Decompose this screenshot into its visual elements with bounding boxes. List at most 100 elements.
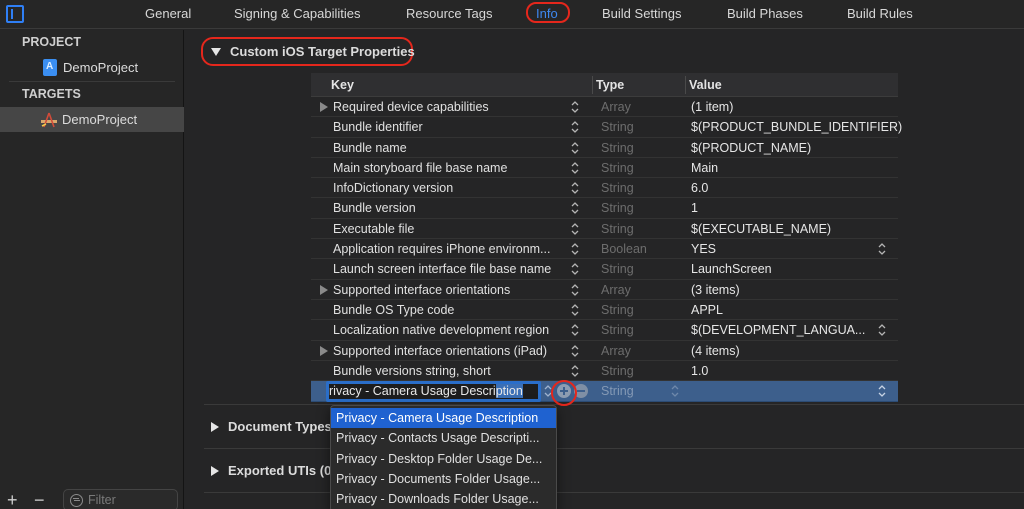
- row-type[interactable]: String: [601, 181, 634, 195]
- section-custom-ios-target-properties[interactable]: Custom iOS Target Properties: [211, 44, 415, 59]
- expand-row-icon[interactable]: [320, 284, 328, 295]
- row-key[interactable]: Bundle version: [333, 201, 416, 215]
- table-row-editing[interactable]: rivacy - Camera Usage Description String: [311, 381, 898, 403]
- sidebar-item-project[interactable]: DemoProject: [0, 55, 184, 80]
- row-type[interactable]: String: [601, 384, 634, 398]
- table-row[interactable]: Localization native development region St…: [311, 320, 898, 341]
- table-row[interactable]: Main storyboard file base name String Main: [311, 158, 898, 179]
- row-key[interactable]: Bundle name: [333, 141, 407, 155]
- table-row[interactable]: InfoDictionary version String 6.0: [311, 178, 898, 199]
- row-type[interactable]: Array: [601, 100, 631, 114]
- remove-target-button[interactable]: −: [34, 490, 45, 509]
- row-type[interactable]: Array: [601, 344, 631, 358]
- section-exported-utis[interactable]: Exported UTIs (0): [211, 463, 336, 478]
- table-row[interactable]: Application requires iPhone environm... B…: [311, 239, 898, 260]
- row-key[interactable]: Application requires iPhone environm...: [333, 242, 550, 256]
- key-stepper-icon[interactable]: [569, 241, 581, 257]
- type-stepper-icon[interactable]: [669, 383, 681, 399]
- table-row[interactable]: Bundle name String $(PRODUCT_NAME): [311, 138, 898, 158]
- table-row[interactable]: Required device capabilities Array (1 item…: [311, 97, 898, 118]
- row-type[interactable]: String: [601, 120, 634, 134]
- row-key[interactable]: Supported interface orientations (iPad): [333, 344, 547, 358]
- row-key[interactable]: Executable file: [333, 222, 414, 236]
- key-stepper-icon[interactable]: [569, 119, 581, 135]
- key-stepper-icon[interactable]: [569, 221, 581, 237]
- value-stepper-icon[interactable]: [876, 241, 888, 257]
- row-value[interactable]: LaunchScreen: [691, 262, 772, 276]
- expand-row-icon[interactable]: [320, 102, 328, 112]
- row-value[interactable]: $(PRODUCT_NAME): [691, 141, 811, 155]
- autocomplete-item[interactable]: Privacy - Contacts Usage Descripti...: [331, 428, 556, 448]
- tab-build-rules[interactable]: Build Rules: [847, 6, 913, 21]
- row-type[interactable]: String: [601, 161, 634, 175]
- autocomplete-item[interactable]: Privacy - Desktop Folder Usage De...: [331, 449, 556, 469]
- section-document-types[interactable]: Document Types: [211, 419, 332, 434]
- row-type[interactable]: String: [601, 262, 634, 276]
- row-key[interactable]: Main storyboard file base name: [333, 161, 507, 175]
- row-key[interactable]: Bundle OS Type code: [333, 303, 454, 317]
- expand-row-icon[interactable]: [320, 345, 328, 356]
- key-stepper-icon[interactable]: [569, 302, 581, 318]
- key-stepper-icon[interactable]: [569, 343, 581, 359]
- tab-signing-capabilities[interactable]: Signing & Capabilities: [234, 6, 360, 21]
- column-header-key[interactable]: Key: [331, 78, 354, 92]
- row-value[interactable]: $(PRODUCT_BUNDLE_IDENTIFIER): [691, 120, 902, 134]
- table-row[interactable]: Supported interface orientations (iPad) A…: [311, 341, 898, 361]
- row-value[interactable]: YES: [691, 242, 716, 256]
- key-stepper-icon[interactable]: [569, 200, 581, 216]
- tab-resource-tags[interactable]: Resource Tags: [406, 6, 492, 21]
- add-target-button[interactable]: +: [7, 490, 18, 509]
- value-stepper-icon[interactable]: [876, 322, 888, 338]
- row-key[interactable]: Localization native development region: [333, 323, 549, 337]
- sidebar-item-target[interactable]: DemoProject: [0, 107, 184, 132]
- table-row[interactable]: Executable file String $(EXECUTABLE_NAME): [311, 219, 898, 240]
- autocomplete-item[interactable]: Privacy - Camera Usage Description: [331, 408, 556, 429]
- sidebar-filter-field[interactable]: [63, 489, 178, 509]
- column-separator[interactable]: [592, 76, 593, 94]
- row-value[interactable]: Main: [691, 161, 718, 175]
- table-row[interactable]: Launch screen interface file base name St…: [311, 259, 898, 280]
- key-stepper-icon[interactable]: [569, 140, 581, 156]
- row-type[interactable]: String: [601, 141, 634, 155]
- row-value[interactable]: (4 items): [691, 344, 740, 358]
- autocomplete-item[interactable]: Privacy - Documents Folder Usage...: [331, 469, 556, 489]
- row-type[interactable]: String: [601, 364, 634, 378]
- row-value[interactable]: APPL: [691, 303, 723, 317]
- row-type[interactable]: Array: [601, 283, 631, 297]
- tab-build-settings[interactable]: Build Settings: [602, 6, 682, 21]
- row-value[interactable]: 1.0: [691, 364, 708, 378]
- row-value[interactable]: (1 item): [691, 100, 733, 114]
- row-value[interactable]: (3 items): [691, 283, 740, 297]
- autocomplete-item[interactable]: Privacy - Downloads Folder Usage...: [331, 489, 556, 509]
- column-separator[interactable]: [685, 76, 686, 94]
- tab-general[interactable]: General: [145, 6, 191, 21]
- key-stepper-icon[interactable]: [569, 363, 581, 379]
- key-stepper-icon[interactable]: [569, 322, 581, 338]
- column-header-type[interactable]: Type: [596, 78, 624, 92]
- row-key[interactable]: Launch screen interface file base name: [333, 262, 551, 276]
- navigator-toggle-icon[interactable]: [6, 5, 24, 23]
- column-header-value[interactable]: Value: [689, 78, 722, 92]
- row-type[interactable]: String: [601, 222, 634, 236]
- table-row[interactable]: Supported interface orientations Array (3 …: [311, 280, 898, 300]
- row-type[interactable]: Boolean: [601, 242, 647, 256]
- tab-build-phases[interactable]: Build Phases: [727, 6, 803, 21]
- row-key[interactable]: Required device capabilities: [333, 100, 489, 114]
- row-key[interactable]: Supported interface orientations: [333, 283, 510, 297]
- table-row[interactable]: Bundle OS Type code String APPL: [311, 300, 898, 321]
- key-stepper-icon[interactable]: [569, 282, 581, 298]
- key-stepper-icon[interactable]: [569, 261, 581, 277]
- key-stepper-icon[interactable]: [569, 180, 581, 196]
- table-row[interactable]: Bundle version String 1: [311, 198, 898, 219]
- row-key[interactable]: Bundle identifier: [333, 120, 423, 134]
- table-row[interactable]: Bundle identifier String $(PRODUCT_BUNDLE_…: [311, 117, 902, 138]
- row-type[interactable]: String: [601, 323, 634, 337]
- row-type[interactable]: String: [601, 201, 634, 215]
- key-stepper-icon[interactable]: [569, 160, 581, 176]
- row-value[interactable]: 1: [691, 201, 698, 215]
- row-type[interactable]: String: [601, 303, 634, 317]
- key-stepper-icon[interactable]: [569, 99, 581, 115]
- filter-input[interactable]: [88, 493, 168, 507]
- row-value[interactable]: 6.0: [691, 181, 708, 195]
- key-edit-field[interactable]: rivacy - Camera Usage Description: [326, 381, 541, 403]
